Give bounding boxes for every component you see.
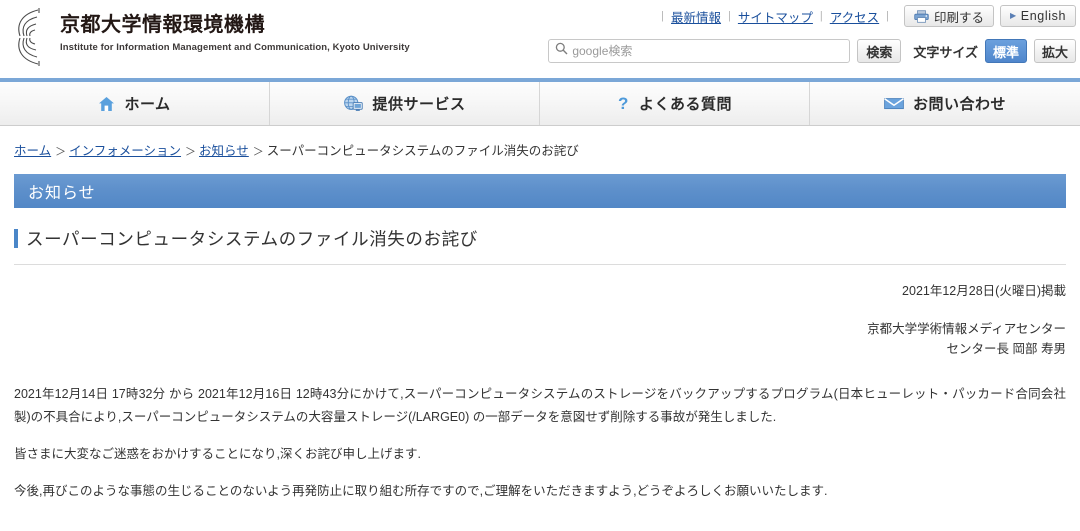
divider: |	[819, 10, 823, 22]
published-date: 2021年12月28日(火曜日)掲載	[902, 284, 1066, 298]
globe-monitor-icon	[343, 95, 364, 113]
nav-item-faq[interactable]: ? よくある質問	[540, 82, 810, 125]
nav-item-faq-label: よくある質問	[638, 96, 732, 113]
util-link-latest-info[interactable]: 最新情報	[671, 7, 721, 26]
title-accent-bar	[14, 229, 18, 248]
chevron-right-icon: ▶	[1010, 11, 1017, 20]
search-box[interactable]	[548, 39, 851, 63]
author-org: 京都大学学術情報メディアセンター	[867, 322, 1066, 337]
main-navigation: ホーム 提供サービス ? よくある質問 お問い合わせ	[0, 78, 1080, 126]
article-body: 2021年12月14日 17時32分 から 2021年12月16日 12時43分…	[14, 383, 1066, 504]
divider: |	[728, 10, 731, 22]
section-banner: お知らせ	[14, 174, 1066, 208]
font-size-large-button[interactable]: 拡大	[1033, 39, 1076, 63]
site-brand[interactable]: 京都大学情報環境機構 Institute for Information Man…	[8, 6, 410, 68]
search-icon	[555, 42, 568, 60]
nav-item-contact-label: お問い合わせ	[912, 96, 1006, 113]
breadcrumb-item-notices[interactable]: お知らせ	[199, 144, 249, 158]
search-input[interactable]	[572, 44, 844, 58]
divider: |	[886, 10, 890, 22]
svg-text:?: ?	[618, 95, 629, 112]
nav-item-home-label: ホーム	[124, 96, 171, 113]
utility-nav: | 最新情報 | サイトマップ | アクセス | 印刷する ▶ English	[654, 3, 1076, 29]
home-icon	[98, 96, 115, 112]
printer-icon	[914, 9, 929, 23]
nav-item-services-label: 提供サービス	[372, 96, 466, 113]
page-title-text: スーパーコンピュータシステムのファイル消失のお詫び	[26, 229, 478, 249]
util-link-sitemap[interactable]: サイトマップ	[738, 7, 813, 26]
print-button[interactable]: 印刷する	[904, 5, 995, 27]
divider: |	[661, 10, 665, 22]
english-button[interactable]: ▶ English	[1000, 5, 1076, 27]
article-paragraph: 今後,再びこのような事態の生じることのないよう再発防止に取り組む所存ですので,ご…	[14, 484, 828, 499]
article-paragraph: 皆さまに大変なご迷惑をおかけすることになり,深くお詫び申し上げます.	[14, 447, 421, 462]
breadcrumb-separator: ＞	[55, 146, 67, 158]
author-name: センター長 岡部 寿男	[946, 341, 1066, 356]
breadcrumb-item-information[interactable]: インフォメーション	[69, 144, 181, 158]
nav-item-home[interactable]: ホーム	[0, 82, 270, 125]
article-meta: 2021年12月28日(火曜日)掲載 京都大学学術情報メディアセンター センター…	[14, 283, 1066, 359]
author-block: 京都大学学術情報メディアセンター センター長 岡部 寿男	[14, 320, 1066, 359]
nav-item-services[interactable]: 提供サービス	[270, 82, 540, 125]
breadcrumb-separator: ＞	[185, 146, 197, 158]
main-content: お知らせ スーパーコンピュータシステムのファイル消失のお詫び 2021年12月2…	[0, 174, 1080, 504]
util-link-access[interactable]: アクセス	[830, 7, 879, 26]
search-submit-button[interactable]: 検索	[857, 39, 902, 63]
nav-item-contact[interactable]: お問い合わせ	[810, 82, 1080, 125]
article-paragraph: 2021年12月14日 17時32分 から 2021年12月16日 12時43分…	[14, 387, 1066, 425]
breadcrumb-item-home[interactable]: ホーム	[14, 144, 51, 158]
font-size-standard-button[interactable]: 標準	[984, 39, 1027, 63]
org-name: 京都大学情報環境機構	[60, 14, 265, 36]
breadcrumb-separator: ＞	[252, 146, 264, 158]
radiating-wave-logo-icon	[8, 6, 54, 68]
search-area: 検索 文字サイズ 標準 拡大	[548, 38, 1076, 64]
org-name-english: Institute for Information Management and…	[60, 42, 410, 53]
breadcrumb-item-current: スーパーコンピュータシステムのファイル消失のお詫び	[266, 144, 579, 158]
english-button-label: English	[1020, 9, 1066, 23]
question-mark-icon: ?	[617, 95, 630, 112]
font-size-label: 文字サイズ	[913, 44, 978, 60]
print-button-label: 印刷する	[934, 10, 985, 25]
breadcrumb: ホーム＞インフォメーション＞お知らせ＞スーパーコンピュータシステムのファイル消失…	[0, 126, 1080, 159]
site-header: 京都大学情報環境機構 Institute for Information Man…	[0, 0, 1080, 78]
page-title: スーパーコンピュータシステムのファイル消失のお詫び	[14, 226, 1066, 265]
envelope-icon	[884, 97, 904, 110]
